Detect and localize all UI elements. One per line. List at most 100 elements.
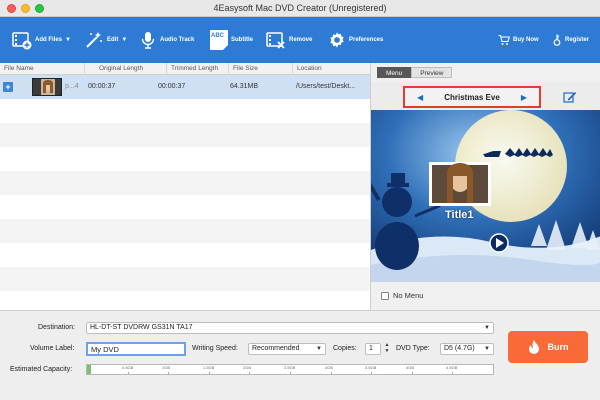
column-location[interactable]: Location <box>292 63 370 75</box>
menu-preview-panel: Menu Preview ◀ Christmas Eve ▶ Title1 No… <box>370 63 600 310</box>
key-icon <box>553 34 561 46</box>
menu-template-selector: ◀ Christmas Eve ▶ <box>403 86 541 108</box>
preferences-label: Preferences <box>349 37 384 43</box>
edit-icon[interactable] <box>563 91 577 103</box>
tab-menu[interactable]: Menu <box>377 67 412 78</box>
cart-icon <box>498 34 510 45</box>
capacity-tick-label: 1.5GB <box>203 365 215 370</box>
register-label: Register <box>565 37 590 43</box>
destination-value: HL-DT-ST DVDRW GS31N TA17 <box>90 324 193 331</box>
film-remove-icon <box>266 32 285 49</box>
capacity-tick-mark <box>371 372 372 374</box>
capacity-tick-mark <box>290 372 291 374</box>
gear-icon <box>330 32 344 48</box>
column-trimmed-length[interactable]: Trimmed Length <box>166 63 228 75</box>
capacity-tick-label: 2.5GB <box>284 365 296 370</box>
writing-speed-select[interactable]: Recommended ▼ <box>248 343 326 355</box>
edit-label: Edit <box>107 37 119 43</box>
column-original-length[interactable]: Original Length <box>84 63 166 75</box>
checkbox-box[interactable] <box>381 291 389 300</box>
volume-label-input[interactable] <box>86 342 186 356</box>
dvd-type-select[interactable]: D5 (4.7G) ▼ <box>440 343 494 355</box>
capacity-tick-mark <box>209 372 210 374</box>
no-menu-checkbox[interactable]: No Menu <box>381 291 423 300</box>
destination-select[interactable]: HL-DT-ST DVDRW GS31N TA17 ▼ <box>86 322 494 334</box>
capacity-tick-label: 3GB <box>325 365 334 370</box>
dvd-type-label: DVD Type: <box>396 345 430 352</box>
capacity-tick-label: 1GB <box>162 365 171 370</box>
preferences-button[interactable]: Preferences <box>328 25 383 55</box>
chevron-down-icon: ▼ <box>484 325 490 331</box>
chevron-down-icon: ▼ <box>484 346 490 352</box>
menu-preview-scene: Title1 <box>371 110 600 282</box>
destination-label: Destination: <box>38 324 75 331</box>
file-name-cell: p...4 <box>65 83 79 90</box>
video-thumbnail <box>32 78 62 96</box>
flame-icon <box>528 340 539 354</box>
window-title: 4Easysoft Mac DVD Creator (Unregistered) <box>213 3 387 13</box>
add-files-label: Add Files <box>35 37 63 43</box>
original-length-cell: 00:00:37 <box>88 83 116 90</box>
scene-title[interactable]: Title1 <box>445 209 474 221</box>
copies-stepper-arrows[interactable]: ▲ ▼ <box>383 342 391 356</box>
subtitle-button[interactable]: ABC Subtitle <box>210 25 253 55</box>
panel-tabs: Menu Preview <box>377 67 453 78</box>
column-file-size[interactable]: File Size <box>228 63 292 75</box>
table-row[interactable]: + p...4 00:00:37 00:00:37 64.31MB /Users… <box>0 75 370 99</box>
subtitle-abc-icon: ABC <box>210 30 228 50</box>
edit-button[interactable]: Edit ▼ <box>84 25 127 55</box>
add-files-button[interactable]: Add Files ▼ <box>12 25 71 55</box>
copies-value: 1 <box>369 345 373 352</box>
capacity-tick-mark <box>249 372 250 374</box>
chevron-down-icon[interactable]: ▼ <box>121 37 127 43</box>
capacity-tick-label: 4.5GB <box>446 365 458 370</box>
location-cell: /Users/test/Deskt... <box>296 83 356 90</box>
burn-button[interactable]: Burn <box>508 331 588 363</box>
writing-speed-label: Writing Speed: <box>192 345 238 352</box>
audio-track-label: Audio Track <box>160 37 195 43</box>
capacity-tick-label: 3.5GB <box>365 365 377 370</box>
title-bar: 4Easysoft Mac DVD Creator (Unregistered) <box>0 0 600 17</box>
remove-label: Remove <box>289 37 313 43</box>
volume-label-label: Volume Label: <box>30 345 75 352</box>
trimmed-length-cell: 00:00:37 <box>158 83 186 90</box>
no-menu-label: No Menu <box>393 291 424 300</box>
capacity-tick-mark <box>168 372 169 374</box>
toolbar: Add Files ▼ Edit ▼ Audio Track ABC Subti… <box>0 17 600 63</box>
subtitle-icon-text: ABC <box>211 33 224 39</box>
menu-template-area: ◀ Christmas Eve ▶ Title1 <box>371 82 600 282</box>
tab-preview[interactable]: Preview <box>411 67 453 78</box>
capacity-tick-label: 0.5GB <box>122 365 134 370</box>
burn-label: Burn <box>547 342 569 352</box>
copies-stepper[interactable]: 1 <box>365 343 381 355</box>
register-button[interactable]: Register <box>552 25 589 55</box>
magic-wand-icon <box>86 32 102 48</box>
menu-template-title: Christmas Eve <box>444 93 500 102</box>
file-list-header: File Name Original Length Trimmed Length… <box>0 63 370 75</box>
film-add-icon <box>12 32 32 50</box>
buy-now-button[interactable]: Buy Now <box>498 25 539 55</box>
capacity-tick-label: 2GB <box>243 365 252 370</box>
file-size-cell: 64.31MB <box>230 83 259 90</box>
capacity-tick-mark <box>452 372 453 374</box>
capacity-tick-mark <box>412 372 413 374</box>
subtitle-label: Subtitle <box>231 37 253 43</box>
capacity-tick-mark <box>128 372 129 374</box>
capacity-tick-mark <box>331 372 332 374</box>
copies-label: Copies: <box>333 345 357 352</box>
chevron-down-icon[interactable]: ▼ <box>65 37 71 43</box>
audio-track-button[interactable]: Audio Track <box>139 25 194 55</box>
column-file-name[interactable]: File Name <box>0 63 84 75</box>
chevron-down-icon: ▼ <box>316 346 322 352</box>
writing-speed-value: Recommended <box>252 345 300 352</box>
file-list <box>0 75 370 310</box>
buy-now-label: Buy Now <box>513 37 539 43</box>
capacity-bar: 0.5GB 1GB 1.5GB 2GB 2.5GB 3GB 3.5GB 4GB 4.5GB <box>86 364 494 375</box>
capacity-fill <box>87 365 91 374</box>
next-template-icon[interactable]: ▶ <box>521 93 527 102</box>
expand-plus-icon[interactable]: + <box>3 82 13 92</box>
remove-button[interactable]: Remove <box>266 25 312 55</box>
burn-settings-panel: Destination: HL-DT-ST DVDRW GS31N TA17 ▼… <box>0 310 600 400</box>
estimated-capacity-label: Estimated Capacity: <box>10 366 73 373</box>
microphone-icon <box>141 32 155 49</box>
